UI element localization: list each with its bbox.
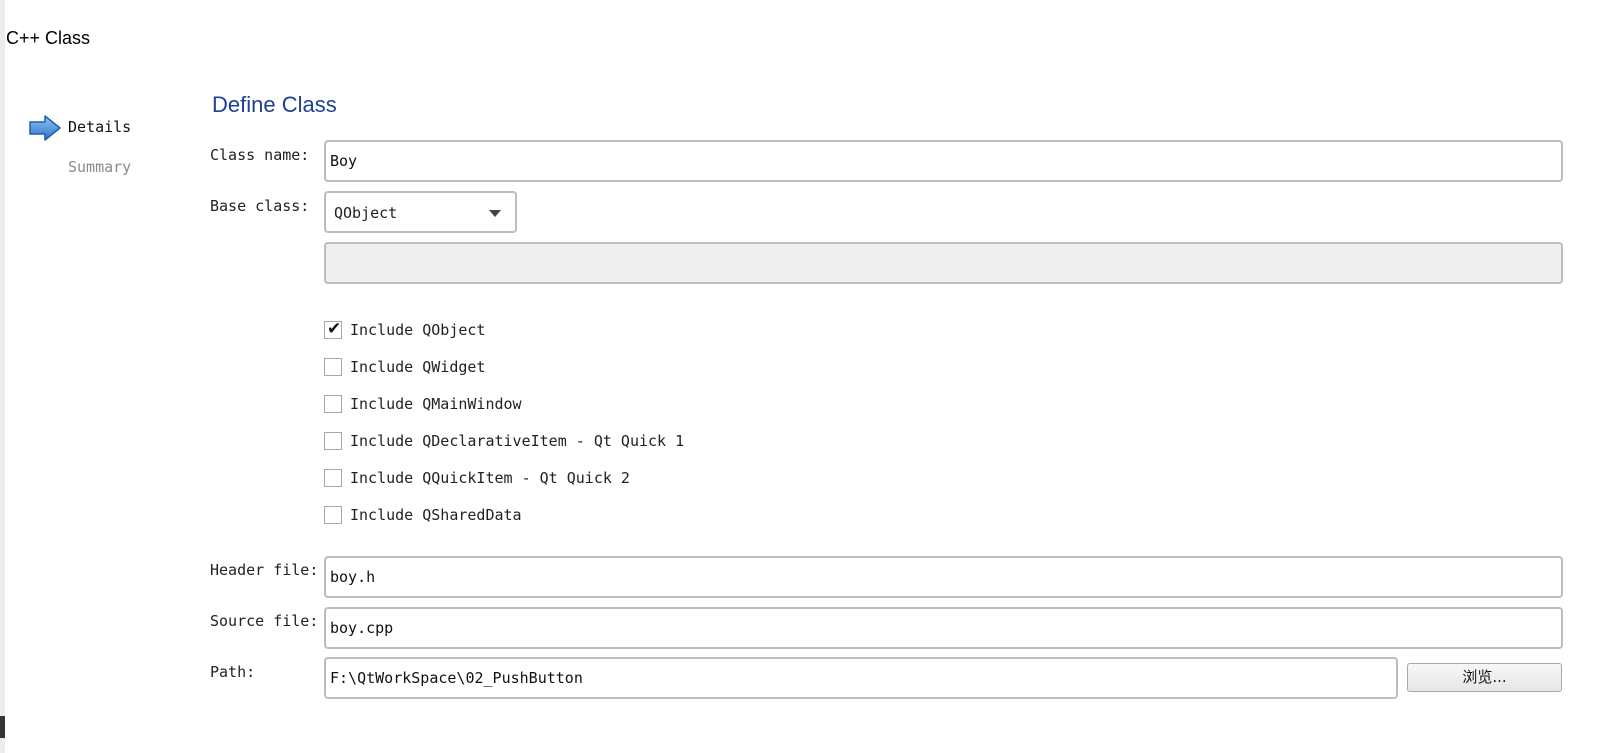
path-input[interactable]	[324, 657, 1398, 699]
path-label: Path:	[210, 663, 256, 681]
window-left-edge	[0, 0, 5, 753]
current-step-arrow-icon	[29, 115, 61, 141]
include-qdeclarativeitem-checkbox[interactable]	[324, 432, 342, 450]
source-file-label: Source file:	[210, 612, 319, 630]
base-class-selected: QObject	[334, 204, 398, 222]
step-summary: Summary	[68, 158, 132, 176]
include-qdeclarativeitem-label: Include QDeclarativeItem - Qt Quick 1	[350, 432, 685, 450]
include-qmainwindow-label: Include QMainWindow	[350, 395, 522, 413]
browse-button[interactable]: 浏览...	[1407, 663, 1562, 692]
window-title: C++ Class	[6, 28, 91, 48]
step-details-label: Details	[68, 118, 132, 136]
header-file-input[interactable]	[324, 556, 1563, 598]
base-class-dropdown[interactable]: QObject	[324, 191, 517, 233]
include-qmainwindow-checkbox[interactable]	[324, 395, 342, 413]
include-qshareddata-checkbox[interactable]	[324, 506, 342, 524]
checkmark-icon: ✔	[327, 319, 342, 339]
chevron-down-icon	[489, 210, 501, 217]
window-edge-mark	[0, 716, 5, 738]
include-qquickitem-checkbox[interactable]	[324, 469, 342, 487]
include-qobject-label: Include QObject	[350, 321, 486, 339]
source-file-input[interactable]	[324, 607, 1563, 649]
include-qwidget-label: Include QWidget	[350, 358, 486, 376]
header-file-label: Header file:	[210, 561, 319, 579]
base-class-custom-input	[324, 242, 1563, 284]
base-class-label: Base class:	[210, 197, 310, 215]
page-title: Define Class	[212, 92, 337, 117]
include-qquickitem-label: Include QQuickItem - Qt Quick 2	[350, 469, 630, 487]
include-qwidget-checkbox[interactable]	[324, 358, 342, 376]
include-qobject-checkbox[interactable]: ✔	[324, 319, 342, 339]
class-name-input[interactable]	[324, 140, 1563, 182]
include-qshareddata-label: Include QSharedData	[350, 506, 522, 524]
class-name-label: Class name:	[210, 146, 310, 164]
